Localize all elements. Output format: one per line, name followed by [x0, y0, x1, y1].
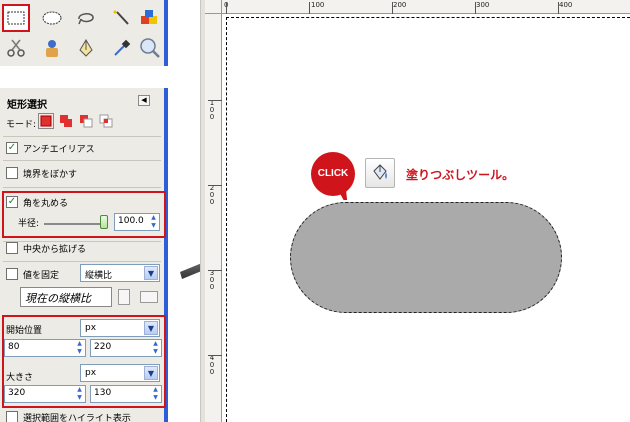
ruler-label: 3 0 0 [209, 269, 215, 291]
feather-checkbox[interactable] [6, 167, 18, 179]
antialias-label: アンチエイリアス [23, 144, 95, 155]
feather-label: 境界をぼかす [23, 169, 78, 180]
bucket-fill-label: 塗りつぶしツール。 [406, 168, 515, 182]
ruler-label: 200 [393, 1, 407, 9]
position-unit-combo[interactable]: px ▼ [80, 319, 160, 337]
fixed-checkbox[interactable] [6, 268, 18, 280]
options-title: 矩形選択 [7, 100, 47, 111]
screenshot: 矩形選択 ◀ モード: ✓ アンチエイリアス 境界をぼかす ✓ 角を丸める 半径… [0, 0, 630, 422]
mode-subtract-button[interactable] [78, 113, 94, 129]
aspect-field-text: 現在の縦横比 [25, 292, 91, 305]
aspect-field[interactable]: 現在の縦横比 [20, 287, 112, 307]
ruler-label: 2 0 0 [209, 184, 215, 206]
highlight-checkbox[interactable] [6, 411, 18, 422]
round-corners-label: 角を丸める [23, 198, 69, 209]
ruler-tick [226, 2, 227, 14]
ruler-tick [208, 355, 222, 356]
expand-center-checkbox[interactable] [6, 242, 18, 254]
chevron-down-icon[interactable]: ▼ [144, 321, 158, 335]
collapse-icon[interactable]: ◀ [138, 95, 150, 106]
spin-arrows-icon[interactable]: ▲ ▼ [151, 387, 160, 401]
round-corners-checkbox[interactable]: ✓ [6, 196, 18, 208]
fixed-combo-value: 縦横比 [85, 271, 113, 281]
separator [3, 261, 161, 262]
size-label: 大きさ [6, 373, 34, 383]
highlight-row[interactable]: 選択範囲をハイライト表示 [6, 408, 131, 422]
tool-options-panel: 矩形選択 ◀ モード: ✓ アンチエイリアス 境界をぼかす ✓ 角を丸める 半径… [0, 88, 168, 422]
separator [3, 160, 161, 161]
spin-arrows-icon[interactable]: ▲ ▼ [75, 341, 84, 355]
antialias-row[interactable]: ✓ アンチエイリアス [6, 139, 95, 157]
ruler-label: 4 0 0 [209, 354, 215, 376]
zoom-icon[interactable] [136, 34, 164, 62]
mode-intersect-button[interactable] [98, 113, 114, 129]
fixed-label: 値を固定 [23, 270, 60, 281]
fixed-combo[interactable]: 縦横比 ▼ [80, 264, 160, 282]
color-picker-icon[interactable] [108, 34, 136, 62]
paths-icon[interactable] [72, 34, 100, 62]
landscape-icon[interactable] [140, 291, 158, 303]
ruler-tick [475, 2, 476, 14]
ruler-tick [558, 2, 559, 14]
radius-spinbox[interactable]: 100.0 ▲ ▼ [114, 213, 160, 231]
magic-wand-icon[interactable] [108, 4, 136, 32]
size-unit-combo[interactable]: px ▼ [80, 364, 160, 382]
position-x-spinbox[interactable]: 80 ▲ ▼ [4, 339, 86, 357]
spin-arrows-icon[interactable]: ▲ ▼ [75, 387, 84, 401]
feather-row[interactable]: 境界をぼかす [6, 164, 77, 182]
position-y-spinbox[interactable]: 220 ▲ ▼ [90, 339, 162, 357]
toolbox [0, 0, 168, 66]
rounded-selection[interactable] [290, 202, 562, 313]
lasso-icon[interactable] [72, 4, 100, 32]
ruler-corner[interactable] [205, 0, 222, 14]
position-unit-value: px [85, 323, 97, 333]
position-x-value: 80 [8, 342, 20, 352]
expand-center-row[interactable]: 中央から拡げる [6, 239, 86, 257]
spin-arrows-icon[interactable]: ▲ ▼ [151, 341, 160, 355]
click-label: CLICK [317, 168, 349, 179]
separator [3, 187, 161, 188]
mode-replace-button[interactable] [38, 113, 54, 129]
round-corners-row[interactable]: ✓ 角を丸める [6, 193, 68, 211]
spin-arrows-icon[interactable]: ▲ ▼ [149, 215, 158, 229]
ruler-tick [208, 270, 222, 271]
ruler-tick [208, 100, 222, 101]
bucket-fill-button[interactable] [365, 158, 395, 188]
mode-add-button[interactable] [58, 113, 74, 129]
radius-value: 100.0 [118, 216, 144, 226]
radius-slider[interactable] [44, 223, 106, 225]
separator [3, 136, 161, 137]
scissors-icon[interactable] [2, 34, 30, 62]
ruler-tick [392, 2, 393, 14]
ruler-label: 100 [311, 1, 325, 9]
mode-label: モード: [6, 120, 37, 130]
size-h-spinbox[interactable]: 130 ▲ ▼ [90, 385, 162, 403]
portrait-icon[interactable] [118, 289, 130, 305]
position-y-value: 220 [94, 342, 112, 352]
highlight-label: 選択範囲をハイライト表示 [23, 413, 131, 422]
bucket-fill-icon [373, 164, 387, 180]
size-w-spinbox[interactable]: 320 ▲ ▼ [4, 385, 86, 403]
ruler-tick [208, 185, 222, 186]
size-w-value: 320 [8, 388, 26, 398]
size-unit-value: px [85, 368, 97, 378]
ruler-label: 400 [559, 1, 573, 9]
ellipse-select-icon[interactable] [38, 4, 66, 32]
position-label: 開始位置 [6, 326, 43, 336]
expand-center-label: 中央から拡げる [23, 244, 87, 255]
foreground-select-icon[interactable] [38, 34, 66, 62]
ruler-label: 300 [476, 1, 490, 9]
size-h-value: 130 [94, 388, 112, 398]
ruler-tick [309, 2, 310, 14]
chevron-down-icon[interactable]: ▼ [144, 266, 158, 280]
radius-label: 半径: [18, 219, 40, 229]
rect-select-icon[interactable] [2, 4, 30, 32]
fixed-row[interactable]: 値を固定 [6, 265, 59, 283]
antialias-checkbox[interactable]: ✓ [6, 142, 18, 154]
ruler-label: 1 0 0 [209, 99, 215, 121]
color-select-icon[interactable] [136, 4, 164, 32]
chevron-down-icon[interactable]: ▼ [144, 366, 158, 380]
radius-slider-handle[interactable] [100, 215, 108, 229]
